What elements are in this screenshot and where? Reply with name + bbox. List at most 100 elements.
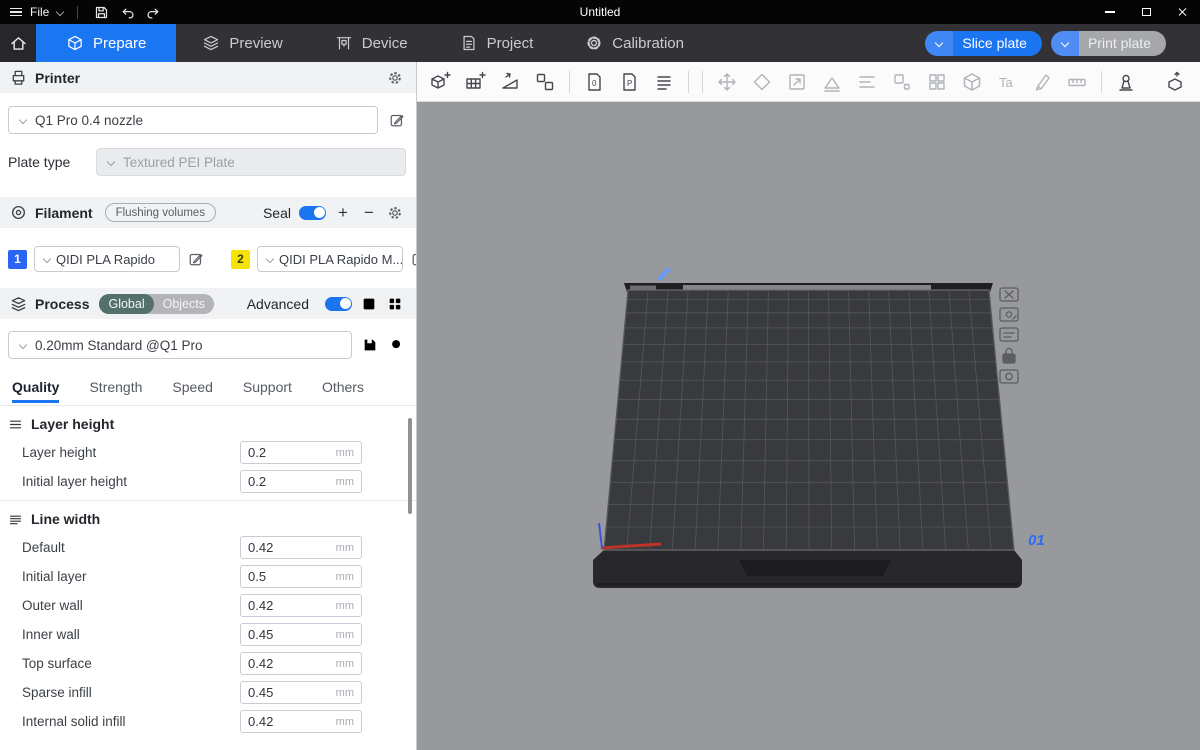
- home-button[interactable]: [0, 24, 36, 62]
- device-icon: [335, 34, 353, 52]
- setting-input[interactable]: 0.2 mm: [240, 441, 362, 464]
- layout-corner-icon[interactable]: [887, 67, 917, 97]
- process-preset-dropdown[interactable]: 0.20mm Standard @Q1 Pro: [8, 331, 352, 359]
- search-settings-icon[interactable]: [388, 336, 406, 354]
- dropdown-chevron-icon: [266, 255, 274, 263]
- layout-rows-icon[interactable]: [852, 67, 882, 97]
- setting-label: Internal solid infill: [22, 714, 126, 729]
- advanced-toggle[interactable]: [325, 297, 352, 311]
- plate-name-icon[interactable]: [1000, 328, 1018, 341]
- exploded-view-icon[interactable]: [1162, 67, 1192, 97]
- print-options-chevron-icon[interactable]: [1051, 31, 1079, 56]
- rotate-icon[interactable]: [747, 67, 777, 97]
- add-filament-button[interactable]: +: [334, 203, 352, 223]
- add-plate-icon[interactable]: [460, 67, 490, 97]
- process-icon: [10, 295, 27, 312]
- compare-presets-icon[interactable]: [386, 295, 404, 313]
- paint-tool-icon[interactable]: [1027, 67, 1057, 97]
- setting-label: Outer wall: [22, 598, 83, 613]
- sidebar: Printer Q1 Pro 0.4 nozzle Plate type Tex…: [0, 62, 417, 750]
- auto-orient-icon[interactable]: [495, 67, 525, 97]
- filament-1-color-badge[interactable]: 1: [8, 250, 27, 269]
- remove-filament-button[interactable]: −: [360, 203, 378, 223]
- print-plate-button[interactable]: Print plate: [1051, 31, 1166, 56]
- 3d-scene[interactable]: 01: [417, 102, 1200, 750]
- process-list-icon[interactable]: [360, 295, 378, 313]
- filament-1-dropdown[interactable]: QIDI PLA Rapido: [34, 246, 180, 272]
- setting-label: Top surface: [22, 656, 92, 671]
- slice-options-chevron-icon[interactable]: [925, 31, 953, 56]
- plate-locate-icon[interactable]: [1000, 308, 1018, 321]
- scope-objects[interactable]: Objects: [154, 294, 214, 314]
- printer-preset-dropdown[interactable]: Q1 Pro 0.4 nozzle: [8, 106, 378, 134]
- setting-row: Internal solid infill 0.42 mm: [0, 707, 416, 736]
- settings-panel: Layer height Layer height 0.2 mm Initial…: [0, 403, 416, 736]
- group-layer-height: Layer height: [0, 405, 416, 438]
- measure-tool-icon[interactable]: [1062, 67, 1092, 97]
- minimize-button[interactable]: [1092, 0, 1128, 24]
- tab-quality[interactable]: Quality: [12, 379, 59, 403]
- plate-rename-icon[interactable]: [657, 267, 671, 281]
- filament-2-dropdown[interactable]: QIDI PLA Rapido M...: [257, 246, 403, 272]
- setting-input[interactable]: 0.2 mm: [240, 470, 362, 493]
- auto-arrange-icon[interactable]: [530, 67, 560, 97]
- assembly-cube-icon[interactable]: [957, 67, 987, 97]
- tab-others[interactable]: Others: [322, 379, 364, 403]
- filament-2-color-badge[interactable]: 2: [231, 250, 250, 269]
- tab-support[interactable]: Support: [243, 379, 292, 403]
- setting-input[interactable]: 0.42 mm: [240, 710, 362, 733]
- plate-type-dropdown[interactable]: Textured PEI Plate: [96, 148, 406, 176]
- text-tool-icon[interactable]: Ta: [992, 67, 1022, 97]
- place-face-icon[interactable]: [817, 67, 847, 97]
- tab-prepare[interactable]: Prepare: [36, 24, 176, 62]
- plate-delete-icon[interactable]: [1000, 288, 1018, 301]
- layout-grid-icon[interactable]: [922, 67, 952, 97]
- tab-speed[interactable]: Speed: [172, 379, 212, 403]
- sheet-lines-icon[interactable]: [649, 67, 679, 97]
- plate-camera-icon[interactable]: [1000, 370, 1018, 383]
- slice-plate-button[interactable]: Slice plate: [925, 31, 1042, 56]
- setting-label: Inner wall: [22, 627, 80, 642]
- edit-printer-icon[interactable]: [388, 111, 406, 129]
- scope-global[interactable]: Global: [99, 294, 153, 314]
- printer-settings-gear-icon[interactable]: [386, 69, 404, 87]
- tab-device[interactable]: Device: [309, 24, 434, 62]
- process-scope-toggle[interactable]: Global Objects: [99, 294, 214, 314]
- tab-calibration[interactable]: Calibration: [559, 24, 710, 62]
- setting-label: Initial layer: [22, 569, 87, 584]
- tab-strength[interactable]: Strength: [89, 379, 142, 403]
- layer-height-icon: [8, 417, 23, 432]
- maximize-button[interactable]: [1128, 0, 1164, 24]
- setting-unit: mm: [336, 658, 354, 670]
- move-icon[interactable]: [712, 67, 742, 97]
- setting-input[interactable]: 0.42 mm: [240, 594, 362, 617]
- setting-input[interactable]: 0.5 mm: [240, 565, 362, 588]
- tab-project[interactable]: Project: [434, 24, 560, 62]
- sidebar-scrollbar[interactable]: [408, 418, 412, 514]
- setting-input[interactable]: 0.42 mm: [240, 652, 362, 675]
- doc-p-icon[interactable]: P: [614, 67, 644, 97]
- plate-number-label[interactable]: 01: [1028, 532, 1045, 549]
- setting-row: Top surface 0.42 mm: [0, 649, 416, 678]
- edit-filament-2-icon[interactable]: [410, 250, 417, 268]
- viewport-toolbar: 0 P Ta: [417, 62, 1200, 102]
- seal-toggle[interactable]: [299, 206, 326, 220]
- filament-settings-gear-icon[interactable]: [386, 204, 404, 222]
- setting-input[interactable]: 0.42 mm: [240, 536, 362, 559]
- tab-preview[interactable]: Preview: [176, 24, 308, 62]
- prepare-icon: [66, 34, 84, 52]
- plate-lock-icon[interactable]: [1003, 349, 1015, 364]
- seam-tool-icon[interactable]: [1111, 67, 1141, 97]
- doc-zero-icon[interactable]: 0: [579, 67, 609, 97]
- setting-input[interactable]: 0.45 mm: [240, 623, 362, 646]
- svg-text:P: P: [627, 79, 632, 88]
- flushing-volumes-button[interactable]: Flushing volumes: [105, 203, 216, 222]
- add-object-icon[interactable]: [425, 67, 455, 97]
- edit-filament-1-icon[interactable]: [187, 250, 205, 268]
- close-button[interactable]: [1164, 0, 1200, 24]
- save-preset-icon[interactable]: [361, 336, 379, 354]
- dropdown-chevron-icon: [19, 116, 27, 124]
- setting-row: Default 0.42 mm: [0, 533, 416, 562]
- scale-icon[interactable]: [782, 67, 812, 97]
- setting-input[interactable]: 0.45 mm: [240, 681, 362, 704]
